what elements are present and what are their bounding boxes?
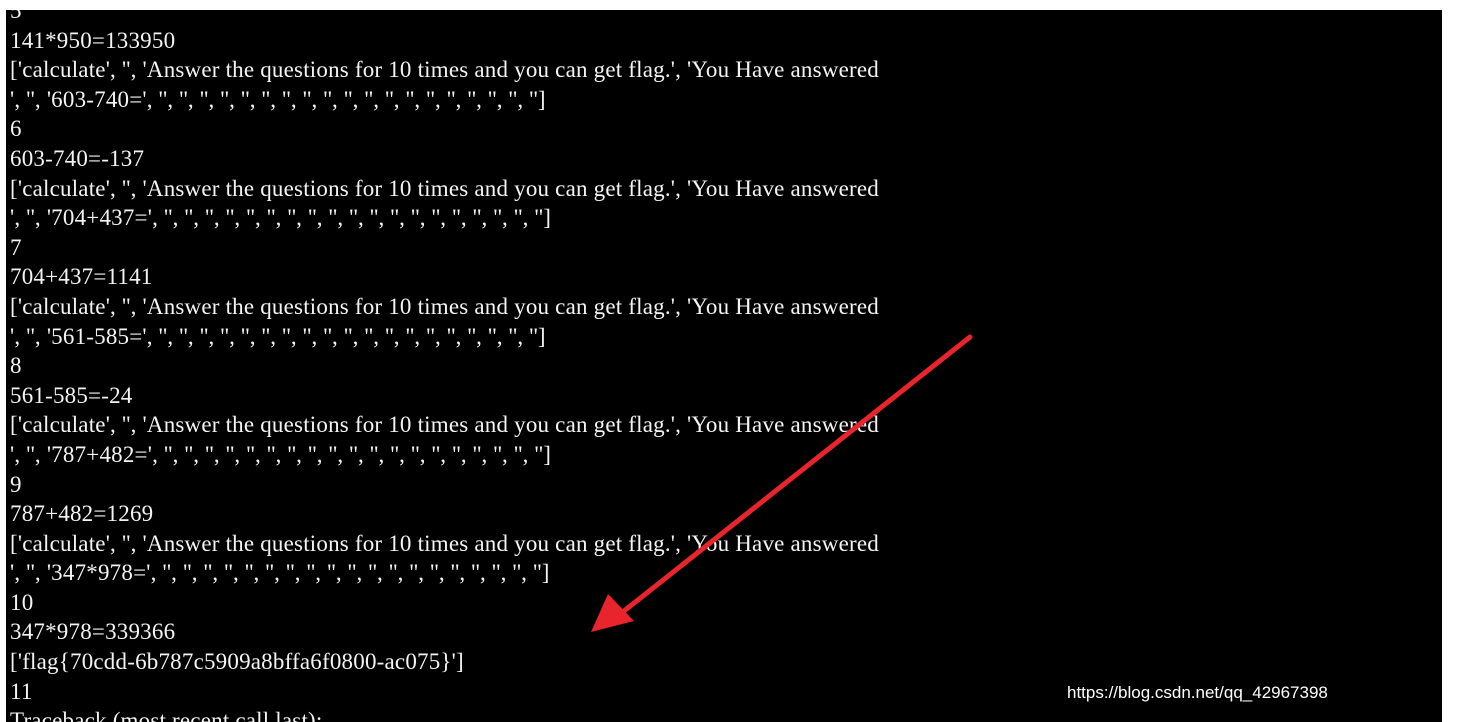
console-line: ', '', '561-585=', '', '', '', '', '', '… xyxy=(10,323,546,349)
console-line: ['calculate', '', 'Answer the questions … xyxy=(10,57,879,83)
flag-output-line: ['flag{70cdd-6b787c5909a8bffa6f0800-ac07… xyxy=(10,649,464,675)
console-line: 141*950=133950 xyxy=(10,27,176,53)
console-line: 6 xyxy=(10,116,22,142)
console-line: 561-585=-24 xyxy=(10,382,133,408)
console-line: 9 xyxy=(10,471,22,497)
console-line: ', '', '787+482=', '', '', '', '', '', '… xyxy=(10,441,552,467)
console-line: Traceback (most recent call last): xyxy=(10,708,323,722)
console-line: ['calculate', '', 'Answer the questions … xyxy=(10,293,879,319)
console-line: 10 xyxy=(10,589,34,615)
console-line: 5 xyxy=(10,10,22,23)
console-line: ', '', '704+437=', '', '', '', '', '', '… xyxy=(10,205,552,231)
console-line: ', '', '347*978=', '', '', '', '', '', '… xyxy=(10,560,550,586)
console-line: ['calculate', '', 'Answer the questions … xyxy=(10,530,879,556)
console-output: 5 141*950=133950 ['calculate', '', 'Answ… xyxy=(10,10,879,722)
console-line: 603-740=-137 xyxy=(10,145,145,171)
console-line: 347*978=339366 xyxy=(10,619,176,645)
console-line: ['calculate', '', 'Answer the questions … xyxy=(10,412,879,438)
watermark: https://blog.csdn.net/qq_42967398 xyxy=(1067,683,1328,702)
console-line: ['calculate', '', 'Answer the questions … xyxy=(10,175,879,201)
console-line: 8 xyxy=(10,353,22,379)
console-window: 5 141*950=133950 ['calculate', '', 'Answ… xyxy=(6,10,1442,722)
console-line: 704+437=1141 xyxy=(10,264,153,290)
console-line: ', '', '603-740=', '', '', '', '', '', '… xyxy=(10,86,546,112)
console-line: 787+482=1269 xyxy=(10,501,154,527)
console-line: 7 xyxy=(10,234,22,260)
console-line: 11 xyxy=(10,678,33,704)
